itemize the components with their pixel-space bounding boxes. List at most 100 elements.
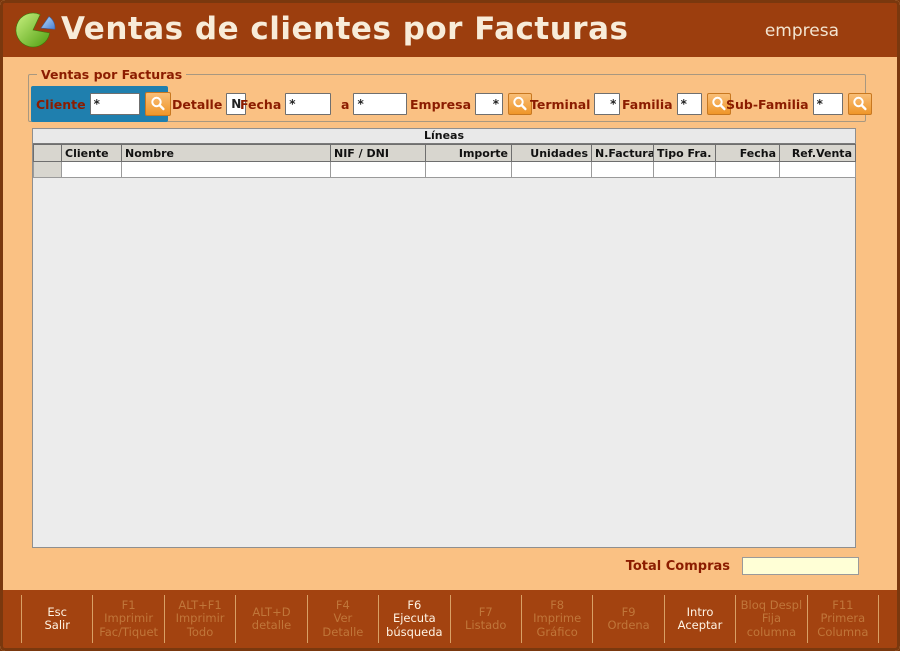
fecha-desde-label: Fecha	[240, 97, 281, 112]
toolbar-button-label: Gráfico	[537, 626, 578, 640]
toolbar-button-label: Todo	[187, 626, 213, 640]
toolbar-button-label: F6	[407, 599, 421, 613]
column-header-unidades: Unidades	[512, 145, 592, 162]
toolbar-button-intro[interactable]: IntroAceptar	[664, 595, 735, 643]
column-header-nif-dni: NIF / DNI	[331, 145, 426, 162]
table-header-row: ClienteNombreNIF / DNIImporteUnidadesN.F…	[34, 145, 856, 162]
table-cell	[122, 162, 331, 178]
toolbar-button-label: Ordena	[607, 619, 649, 633]
toolbar-button-f11[interactable]: F11PrimeraColumna	[807, 595, 879, 643]
toolbar-button-label: Imprime	[533, 612, 581, 626]
empresa-input[interactable]	[475, 93, 503, 115]
toolbar-button-label: detalle	[252, 619, 291, 633]
fecha-hasta-label: a	[341, 97, 349, 112]
lines-table: ClienteNombreNIF / DNIImporteUnidadesN.F…	[33, 144, 856, 178]
toolbar-button-label: ALT+D	[252, 606, 290, 620]
filters-legend: Ventas por Facturas	[37, 67, 186, 82]
sub-familia-input[interactable]	[813, 93, 843, 115]
toolbar-button-label: Fija	[762, 612, 781, 626]
toolbar-button-label: Bloq Despl	[741, 599, 803, 613]
toolbar-button-label: F7	[479, 606, 493, 620]
sub-familia-label: Sub-Familia	[726, 97, 809, 112]
toolbar-button-f6[interactable]: F6Ejecutabúsqueda	[378, 595, 449, 643]
empresa-label: Empresa	[410, 97, 471, 112]
toolbar-button-label: Primera	[820, 612, 865, 626]
toolbar-button-f7[interactable]: F7Listado	[450, 595, 521, 643]
familia-filter-group: Familia	[622, 93, 731, 115]
detalle-label: Detalle	[172, 97, 222, 112]
total-compras-input[interactable]	[742, 557, 859, 575]
cliente-filter-group: Cliente	[36, 93, 171, 115]
app-window: Ventas de clientes por Facturas empresa …	[0, 0, 900, 651]
toolbar-button-label: columna	[747, 626, 796, 640]
total-compras-label: Total Compras	[580, 559, 730, 574]
toolbar-button-f1[interactable]: F1ImprimirFac/Tiquet	[92, 595, 163, 643]
toolbar-button-label: Detalle	[322, 626, 363, 640]
table-cell	[592, 162, 654, 178]
toolbar-button-label: Imprimir	[104, 612, 153, 626]
toolbar-button-label: F9	[622, 606, 636, 620]
page-title: Ventas de clientes por Facturas	[61, 11, 628, 47]
toolbar-button-f4[interactable]: F4VerDetalle	[307, 595, 378, 643]
title-bar: Ventas de clientes por Facturas empresa	[3, 3, 897, 57]
familia-label: Familia	[622, 97, 673, 112]
cliente-input[interactable]	[90, 93, 140, 115]
familia-input[interactable]	[677, 93, 702, 115]
row-selector-header	[34, 145, 62, 162]
search-icon	[512, 96, 528, 112]
column-header-nombre: Nombre	[122, 145, 331, 162]
column-header-fecha: Fecha	[716, 145, 780, 162]
pie-chart-logo-icon	[14, 8, 58, 52]
lines-table-panel: Líneas ClienteNombreNIF / DNIImporteUnid…	[32, 128, 856, 548]
table-cell	[716, 162, 780, 178]
column-header-tipo-fra-: Tipo Fra.	[654, 145, 716, 162]
table-cell	[780, 162, 856, 178]
table-cell	[512, 162, 592, 178]
toolbar-button-label: F4	[336, 599, 350, 613]
toolbar-button-label: F11	[832, 599, 853, 613]
toolbar-button-f8[interactable]: F8ImprimeGráfico	[521, 595, 592, 643]
table-cell	[426, 162, 512, 178]
sub-familia-search-button[interactable]	[848, 93, 872, 115]
search-icon	[150, 96, 166, 112]
toolbar-button-f9[interactable]: F9Ordena	[592, 595, 663, 643]
table-cell	[654, 162, 716, 178]
company-name: empresa	[765, 21, 839, 41]
toolbar-button-label: F1	[122, 599, 136, 613]
toolbar-button-alt-f1[interactable]: ALT+F1ImprimirTodo	[164, 595, 235, 643]
toolbar-button-label: Salir	[44, 619, 69, 633]
cliente-search-button[interactable]	[145, 92, 171, 116]
fecha-hasta-input[interactable]	[353, 93, 407, 115]
column-header-n-factura: N.Factura	[592, 145, 654, 162]
toolbar-button-label: Columna	[817, 626, 868, 640]
detalle-filter-group: Detalle	[172, 93, 246, 115]
toolbar-button-label: Aceptar	[678, 619, 723, 633]
terminal-label: Terminal	[530, 97, 590, 112]
table-row	[34, 162, 856, 178]
toolbar-button-label: F8	[550, 599, 564, 613]
cliente-label: Cliente	[36, 97, 86, 112]
toolbar-button-label: Ver	[334, 612, 353, 626]
toolbar-button-label: Fac/Tiquet	[99, 626, 158, 640]
fecha-desde-input[interactable]	[285, 93, 331, 115]
toolbar-button-label: Imprimir	[176, 612, 225, 626]
toolbar-button-alt-d[interactable]: ALT+Ddetalle	[235, 595, 306, 643]
search-icon	[711, 96, 727, 112]
terminal-input[interactable]	[594, 93, 620, 115]
empresa-search-button[interactable]	[508, 93, 532, 115]
table-cell	[331, 162, 426, 178]
toolbar-button-esc[interactable]: EscSalir	[21, 595, 92, 643]
toolbar-button-label: Ejecuta	[393, 612, 436, 626]
column-header-cliente: Cliente	[62, 145, 122, 162]
toolbar: EscSalirF1ImprimirFac/TiquetALT+F1Imprim…	[3, 590, 897, 648]
sub-familia-filter-group: Sub-Familia	[726, 93, 872, 115]
column-header-ref-venta: Ref.Venta	[780, 145, 856, 162]
column-header-importe: Importe	[426, 145, 512, 162]
row-selector-cell	[34, 162, 62, 178]
fecha-hasta-filter-group: a	[341, 93, 407, 115]
toolbar-button-bloq-despl[interactable]: Bloq DesplFijacolumna	[735, 595, 806, 643]
table-cell	[62, 162, 122, 178]
toolbar-button-label: Listado	[465, 619, 507, 633]
toolbar-button-label: Esc	[47, 606, 67, 620]
toolbar-button-label: ALT+F1	[178, 599, 221, 613]
